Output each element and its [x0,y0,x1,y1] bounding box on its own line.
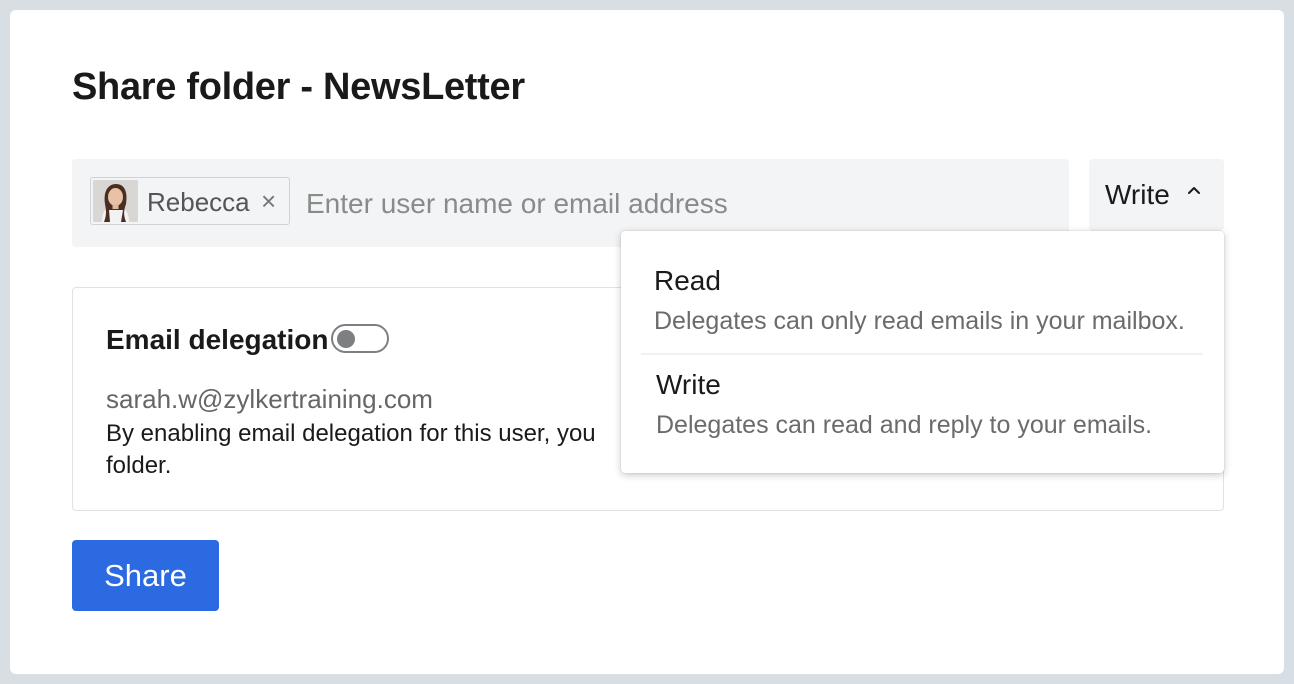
permission-option-description: Delegates can only read emails in your m… [654,307,1185,335]
email-delegation-title: Email delegation [106,324,329,355]
delegation-description-line1: By enabling email delegation for this us… [106,420,596,447]
permission-option-label: Write [656,369,721,400]
permission-dropdown-menu: Read Delegates can only read emails in y… [621,231,1224,473]
email-delegation-toggle[interactable] [331,324,389,353]
remove-recipient-icon[interactable]: × [261,186,276,217]
permission-option-label: Read [654,265,721,296]
delegate-email: sarah.w@zylkertraining.com [106,384,433,414]
user-avatar-icon [93,180,138,222]
permission-option-read[interactable]: Read Delegates can only read emails in y… [621,231,1224,353]
share-folder-dialog: Share folder - NewsLetter Rebecca × Writ… [10,10,1284,674]
delegation-description-line2: folder. [106,452,172,479]
toggle-knob [337,329,355,348]
recipient-search-input[interactable] [304,181,1048,227]
share-button[interactable]: Share [72,540,219,611]
permission-dropdown-button[interactable]: Write [1089,159,1224,231]
permission-option-write[interactable]: Write Delegates can read and reply to yo… [621,355,1224,473]
chevron-up-icon [1185,181,1203,199]
recipient-chip-label: Rebecca [147,187,250,217]
dialog-title: Share folder - NewsLetter [72,66,525,108]
recipient-chip[interactable]: Rebecca × [90,177,290,225]
permission-selected-label: Write [1105,179,1170,210]
permission-option-description: Delegates can read and reply to your ema… [656,411,1153,439]
